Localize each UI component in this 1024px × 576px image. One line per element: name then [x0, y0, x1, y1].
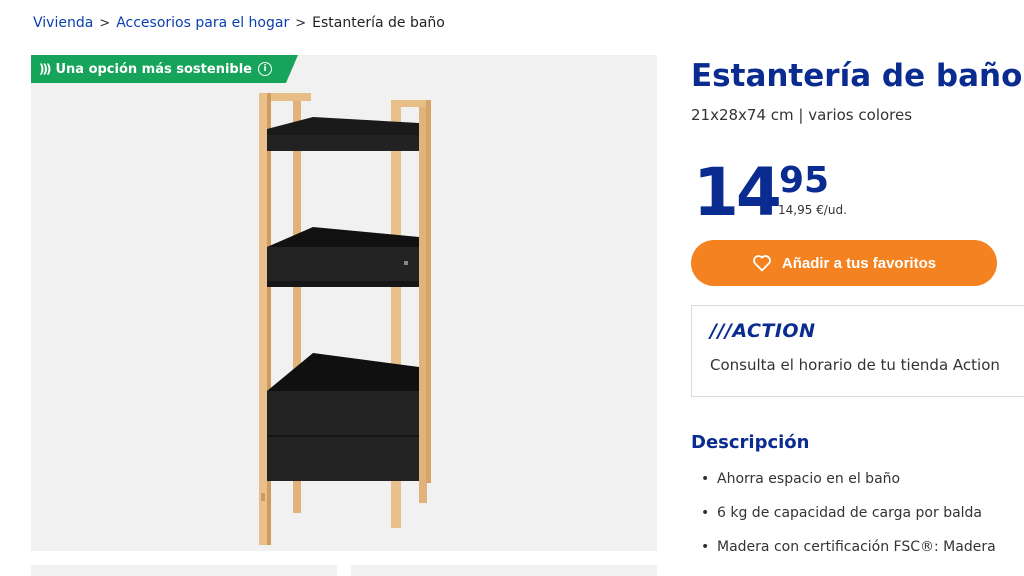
favorite-label: Añadir a tus favoritos [781, 254, 937, 272]
sustainability-icon: ))) [39, 62, 50, 76]
badge-label: Una opción más sostenible [55, 61, 252, 77]
sustainability-badge[interactable]: ))) Una opción más sostenible i [31, 55, 298, 83]
thumbnail-1[interactable] [31, 565, 337, 576]
store-hours-text[interactable]: Consulta el horario de tu tienda Action [710, 356, 1000, 374]
product-subtitle: 21x28x74 cm | varios colores [691, 106, 913, 124]
price-integer: 14 [693, 154, 782, 231]
list-item: Ahorra espacio en el baño [699, 467, 996, 501]
add-to-favorites-button[interactable]: Añadir a tus favoritos [691, 240, 997, 286]
info-icon[interactable]: i [258, 62, 272, 76]
description-heading: Descripción [691, 432, 810, 453]
thumbnail-2[interactable] [351, 565, 657, 576]
store-card[interactable]: ///ACTION Consulta el horario de tu tien… [691, 305, 1024, 397]
chevron-right-icon: > [295, 15, 307, 31]
price-decimal: 95 [779, 160, 830, 201]
product-image-gallery[interactable]: ))) Una opción más sostenible i [31, 55, 657, 551]
product-image [259, 93, 431, 545]
product-title: Estantería de baño [691, 58, 1023, 94]
breadcrumb-link-vivienda[interactable]: Vivienda [33, 15, 93, 31]
list-item: Madera con certificación FSC®: Madera [699, 535, 996, 569]
heart-icon [753, 255, 771, 272]
chevron-right-icon: > [99, 15, 111, 31]
action-logo: ///ACTION [710, 320, 816, 342]
breadcrumb: Vivienda > Accesorios para el hogar > Es… [33, 15, 445, 31]
list-item: 6 kg de capacidad de carga por balda [699, 501, 996, 535]
breadcrumb-current: Estantería de baño [312, 15, 445, 31]
description-list: Ahorra espacio en el baño 6 kg de capaci… [699, 467, 996, 569]
unit-price: 14,95 €/ud. [778, 203, 847, 217]
breadcrumb-link-accesorios[interactable]: Accesorios para el hogar [116, 15, 289, 31]
